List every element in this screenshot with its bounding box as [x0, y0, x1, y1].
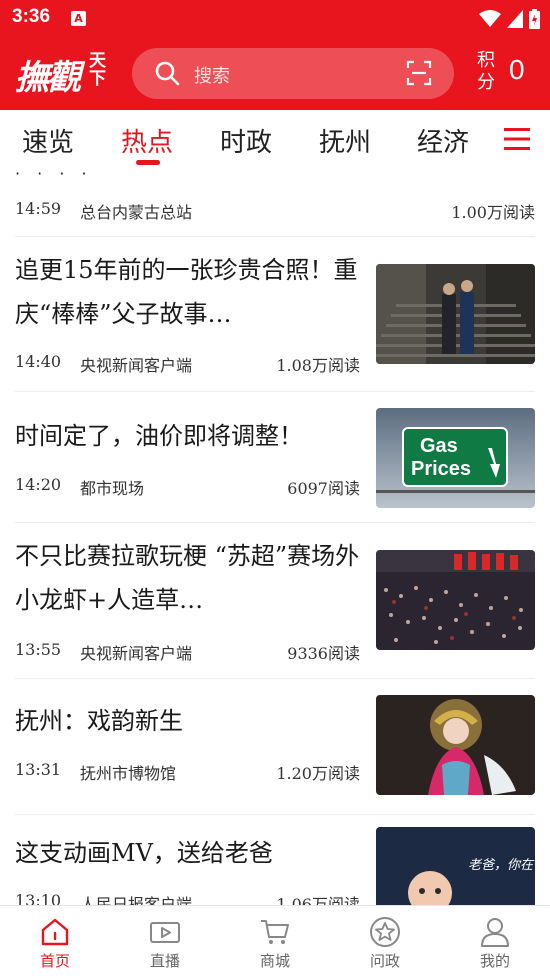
home-icon [41, 918, 69, 946]
item-title: 不只比赛拉歌玩梗 “苏超”赛场外小龙虾+人造草… [15, 542, 360, 614]
item-title: 时间定了，油价即将调整！ [15, 422, 303, 450]
tab-fuzhou[interactable]: 抚州 [319, 122, 371, 159]
system-icons [479, 9, 540, 29]
cut-title-fragment: · · · · [15, 168, 93, 183]
nav-profile[interactable]: 我的 [440, 906, 550, 979]
app-header: 撫觀 天下 搜索 积分 0 [0, 38, 550, 110]
list-item[interactable]: 这支动画MV，送给老爸 13:10 人民日报客户端 1.06万阅读 老爸，你在干… [15, 827, 535, 905]
list-item[interactable]: · · · · 14:59 总台内蒙古总站 1.00万阅读 [15, 168, 535, 232]
nav-mall[interactable]: 商城 [220, 906, 330, 979]
bottom-nav: 首页 直播 商城 问政 我的 [0, 905, 550, 979]
thumbnail-stadium-crowd[interactable] [376, 550, 535, 650]
menu-icon[interactable] [504, 128, 530, 150]
active-tab-indicator [136, 160, 160, 165]
item-title: 抚州：戏韵新生 [15, 707, 183, 735]
thumbnail-gas-prices-sign[interactable]: Gas Prices [376, 408, 535, 508]
item-title: 这支动画MV，送给老爸 [15, 839, 273, 867]
divider [15, 678, 535, 679]
divider [15, 814, 535, 815]
profile-icon [481, 918, 509, 947]
sign-text-gas: Gas [420, 435, 458, 457]
divider [15, 391, 535, 392]
tab-redian[interactable]: 热点 [121, 122, 173, 159]
tab-suolan[interactable]: 速览 [22, 122, 74, 159]
divider [15, 522, 535, 523]
wifi-icon [479, 10, 501, 27]
star-icon [370, 917, 400, 947]
live-icon [150, 922, 180, 943]
points-label[interactable]: 积分 [477, 50, 497, 94]
status-time: 3:36 [12, 6, 51, 27]
battery-icon [529, 9, 540, 29]
item-title: 追更15年前的一张珍贵合照！重庆“棒棒”父子故事… [15, 256, 358, 328]
nav-home[interactable]: 首页 [0, 906, 110, 979]
divider [15, 236, 535, 237]
nav-wenzheng[interactable]: 问政 [330, 906, 440, 979]
list-item[interactable]: 时间定了，油价即将调整！ 14:20 都市现场 6097阅读 Gas Price… [15, 408, 535, 524]
search-bar[interactable]: 搜索 [132, 48, 454, 99]
list-item[interactable]: 不只比赛拉歌玩梗 “苏超”赛场外小龙虾+人造草… 13:55 央视新闻客户端 9… [15, 534, 535, 678]
thumbnail-stairs-photo[interactable] [376, 264, 535, 364]
search-placeholder: 搜索 [194, 66, 230, 87]
tab-jingji[interactable]: 经济 [417, 122, 469, 159]
points-value[interactable]: 0 [509, 54, 525, 86]
thumbnail-opera-performer[interactable] [376, 695, 535, 795]
tab-shizheng[interactable]: 时政 [220, 122, 272, 159]
app-logo: 撫觀 天下 [15, 51, 106, 98]
nav-live[interactable]: 直播 [110, 906, 220, 979]
category-tabs: 速览 热点 时政 抚州 经济 [0, 110, 550, 168]
notification-icon: A [71, 11, 86, 26]
list-item[interactable]: 抚州：戏韵新生 13:31 抚州市博物馆 1.20万阅读 [15, 695, 535, 821]
thumbnail-animation-still[interactable]: 老爸，你在干嘛 [376, 827, 535, 905]
signal-icon [507, 10, 523, 28]
scan-icon[interactable] [406, 60, 432, 86]
cart-icon [261, 920, 289, 944]
news-feed[interactable]: · · · · 14:59 总台内蒙古总站 1.00万阅读 追更15年前的一张珍… [0, 168, 550, 905]
sign-text-prices: Prices [411, 458, 471, 480]
search-icon [155, 61, 180, 86]
thumbnail-caption: 老爸，你在干嘛 [468, 858, 535, 873]
status-bar: 3:36 A [0, 0, 550, 38]
list-item[interactable]: 追更15年前的一张珍贵合照！重庆“棒棒”父子故事… 14:40 央视新闻客户端 … [15, 248, 535, 388]
